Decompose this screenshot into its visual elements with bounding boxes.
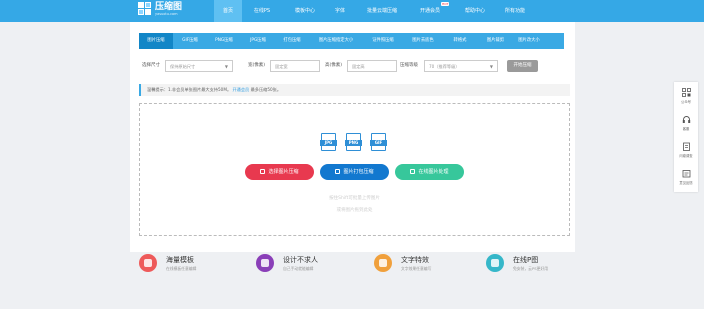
tab-zip-compress[interactable]: 打包压缩	[275, 33, 309, 49]
top-navigation-bar: 压缩图 yasuotu.com 首页 在线PS 模板中心 字体 批量云端压缩 开…	[0, 0, 704, 22]
clipboard-icon	[682, 142, 690, 151]
tab-resize[interactable]: 图片改大小	[514, 33, 544, 49]
tab-compress-to-size[interactable]: 图片压缩指定大小	[309, 33, 363, 49]
palette-icon	[256, 254, 274, 272]
nav-vip[interactable]: 开通会员 HOT	[414, 0, 450, 22]
tab-image-compress[interactable]: 图片压缩	[139, 33, 173, 49]
size-label: 选择尺寸	[142, 63, 160, 68]
brush-icon	[486, 254, 504, 272]
nav-vip-label: 开通会员	[419, 8, 440, 14]
nav-home[interactable]: 首页	[214, 0, 242, 22]
tab-gif-compress[interactable]: GIF压缩	[173, 33, 207, 49]
notice-tail: 最多压缩50张。	[250, 87, 282, 92]
batch-package-compress-button[interactable]: 图片打包压缩	[320, 164, 389, 180]
nav-batch-compress[interactable]: 批量云端压缩	[357, 0, 407, 22]
nav-help[interactable]: 帮助中心	[458, 0, 492, 22]
select-image-compress-button[interactable]: 选择图片压缩	[245, 164, 314, 180]
headset-icon	[682, 116, 690, 123]
vip-link[interactable]: 开通会员	[232, 87, 249, 92]
height-input[interactable]: 固定高	[347, 60, 397, 72]
tab-crop[interactable]: 图片裁剪	[477, 33, 514, 49]
site-logo[interactable]: 压缩图 yasuotu.com	[138, 2, 182, 16]
hot-badge: HOT	[441, 2, 450, 6]
height-label: 高(像素)	[325, 63, 343, 68]
nav-all-features[interactable]: 所有功能	[498, 0, 532, 22]
edit-icon	[410, 169, 416, 174]
tab-id-photo-compress[interactable]: 证件照压缩	[363, 33, 403, 49]
level-label: 压缩等级	[400, 63, 418, 68]
tab-png-compress[interactable]: PNG压缩	[207, 33, 241, 49]
templates-icon	[139, 254, 157, 272]
jpg-file-icon: JPG	[320, 133, 337, 151]
package-icon	[335, 169, 341, 174]
sidebar-item-feedback[interactable]: 意见反馈	[674, 169, 698, 185]
width-input[interactable]: 固定宽	[270, 60, 320, 72]
upload-hint-drag: 或将图片拖到此处	[336, 208, 373, 213]
sidebar-item-survey[interactable]: 问卷调查	[674, 142, 698, 158]
tab-remove-background[interactable]: 图片去底色	[403, 33, 443, 49]
logo-subtitle: yasuotu.com	[155, 12, 178, 16]
width-label: 宽(像素)	[248, 63, 266, 68]
upload-hint-shift: 按住Shift可批量上传图片	[329, 196, 380, 201]
start-compress-button[interactable]: 开始压缩	[507, 60, 538, 72]
notice-bar: 温馨提示：1.非会员单张图片最大支持50M。 开通会员 最多压缩50张。	[139, 84, 570, 96]
floating-sidebar: 公众号 客服 问卷调查 意见反馈	[674, 82, 698, 192]
nav-templates[interactable]: 模板中心	[285, 0, 325, 22]
chevron-down-icon: ▼	[224, 64, 228, 69]
qrcode-icon	[681, 88, 691, 97]
nav-fonts[interactable]: 字体	[327, 0, 353, 22]
tool-tabs: 图片压缩 GIF压缩 PNG压缩 JPG压缩 打包压缩 图片压缩指定大小 证件照…	[139, 33, 564, 49]
notice-text: 温馨提示：1.非会员单张图片最大支持50M。	[147, 87, 232, 92]
logo-icon	[138, 2, 153, 16]
tab-jpg-compress[interactable]: JPG压缩	[241, 33, 275, 49]
online-image-edit-button[interactable]: 在线图片处理	[395, 164, 464, 180]
feedback-icon	[682, 170, 690, 178]
png-file-icon: PNG	[345, 133, 362, 151]
tab-convert-format[interactable]: 转格式	[443, 33, 477, 49]
sidebar-item-support[interactable]: 客服	[674, 115, 698, 131]
nav-online-ps[interactable]: 在线PS	[245, 0, 279, 22]
compression-level-select[interactable]: 70（推荐等级） ▼	[424, 60, 498, 72]
text-effects-icon	[374, 254, 392, 272]
sidebar-item-wechat[interactable]: 公众号	[674, 88, 698, 104]
gif-file-icon: GIF	[370, 133, 387, 151]
compression-level-value: 70（推荐等级）	[429, 64, 460, 69]
chevron-down-icon: ▼	[489, 64, 493, 69]
logo-title: 压缩图	[155, 2, 183, 12]
image-icon	[260, 169, 266, 174]
size-select[interactable]: 保持原始尺寸 ▼	[165, 60, 233, 72]
size-select-value: 保持原始尺寸	[170, 64, 196, 69]
